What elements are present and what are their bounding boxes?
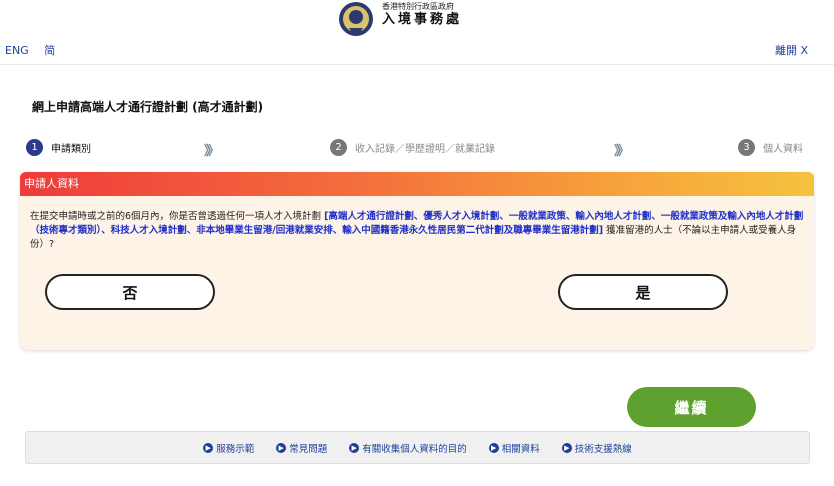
step-2-number: 2 <box>330 139 347 156</box>
lang-simplified-link[interactable]: 简 <box>44 44 55 57</box>
eligibility-question: 在提交申請時或之前的6個月內，你是否曾透過任何一項人才入境計劃 [高端人才通行證… <box>30 210 810 252</box>
lang-eng-link[interactable]: ENG <box>5 44 29 57</box>
footer-link-service-demo[interactable]: ▶ 服務示範 <box>203 441 254 455</box>
step-2-label: 收入記錄／學歷證明／就業記錄 <box>355 144 495 155</box>
step-1-number: 1 <box>26 139 43 156</box>
step-separator-icon: 》》 <box>204 144 219 159</box>
footer-link-label: 技術支援熱線 <box>574 443 632 455</box>
footer-link-support-hotline[interactable]: ▶ 技術支援熱線 <box>561 441 632 455</box>
arrow-right-icon: ▶ <box>488 442 499 453</box>
footer-links: ▶ 服務示範 ▶ 常見問題 ▶ 有關收集個人資料的目的 ▶ 相關資料 ▶ 技術支… <box>25 431 810 464</box>
footer-link-label: 服務示範 <box>216 443 255 455</box>
footer-link-related-info[interactable]: ▶ 相關資料 <box>488 441 540 455</box>
org-name-big: 入境事務處 <box>382 12 463 27</box>
page-title: 網上申請高端人才通行證計劃 (高才通計劃) <box>32 100 264 114</box>
footer-link-label: 有關收集個人資料的目的 <box>362 443 467 455</box>
immigration-department-logo <box>339 2 373 36</box>
header-divider <box>0 64 834 65</box>
arrow-right-icon: ▶ <box>276 442 287 453</box>
footer-link-label: 相關資料 <box>501 443 540 455</box>
continue-button[interactable]: 繼續 <box>627 387 756 427</box>
step-2: 2 收入記錄／學歷證明／就業記錄 <box>330 139 495 156</box>
language-switcher: ENG 简 <box>5 42 67 58</box>
org-name: 香港特別行政區政府 入境事務處 <box>382 2 462 28</box>
footer-link-personal-data-purpose[interactable]: ▶ 有關收集個人資料的目的 <box>349 441 467 455</box>
yes-button[interactable]: 是 <box>558 274 728 310</box>
question-prefix: 在提交申請時或之前的6個月內，你是否曾透過任何一項人才入境計劃 <box>30 211 325 222</box>
step-1-label: 申請類別 <box>51 144 91 155</box>
panel-title: 申請人資料 <box>20 172 814 196</box>
step-separator-icon: 》》 <box>614 144 629 159</box>
leave-link[interactable]: 離開 X <box>775 42 808 58</box>
progress-steps: 1 申請類別 》》 2 收入記錄／學歷證明／就業記錄 》》 3 個人資料 <box>26 139 816 159</box>
footer-link-label: 常見問題 <box>289 443 328 455</box>
step-3: 3 個人資料 <box>738 139 803 156</box>
step-1: 1 申請類別 <box>26 139 91 156</box>
no-button[interactable]: 否 <box>45 274 215 310</box>
arrow-right-icon: ▶ <box>203 442 214 453</box>
applicant-info-panel: 申請人資料 在提交申請時或之前的6個月內，你是否曾透過任何一項人才入境計劃 [高… <box>20 172 814 350</box>
arrow-right-icon: ▶ <box>561 442 572 453</box>
step-3-label: 個人資料 <box>763 144 803 155</box>
footer-link-faq[interactable]: ▶ 常見問題 <box>276 441 327 455</box>
arrow-right-icon: ▶ <box>349 442 360 453</box>
step-3-number: 3 <box>738 139 755 156</box>
header: 香港特別行政區政府 入境事務處 ENG 简 離開 X <box>0 0 834 64</box>
org-name-small: 香港特別行政區政府 <box>382 2 454 11</box>
